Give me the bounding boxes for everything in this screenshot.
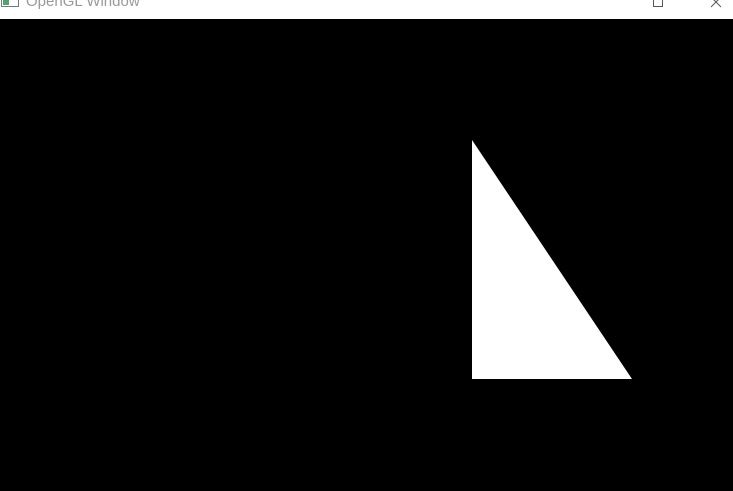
close-icon [710, 0, 722, 8]
app-window-icon [1, 0, 19, 7]
opengl-window: OpenGL Window [0, 0, 733, 491]
opengl-viewport[interactable] [0, 19, 733, 491]
render-canvas [472, 140, 632, 379]
window-title: OpenGL Window [26, 0, 140, 10]
white-triangle [472, 140, 632, 379]
maximize-icon [652, 0, 664, 8]
close-button[interactable] [693, 0, 733, 12]
title-bar[interactable]: OpenGL Window [0, 0, 733, 19]
maximize-button[interactable] [635, 0, 681, 12]
